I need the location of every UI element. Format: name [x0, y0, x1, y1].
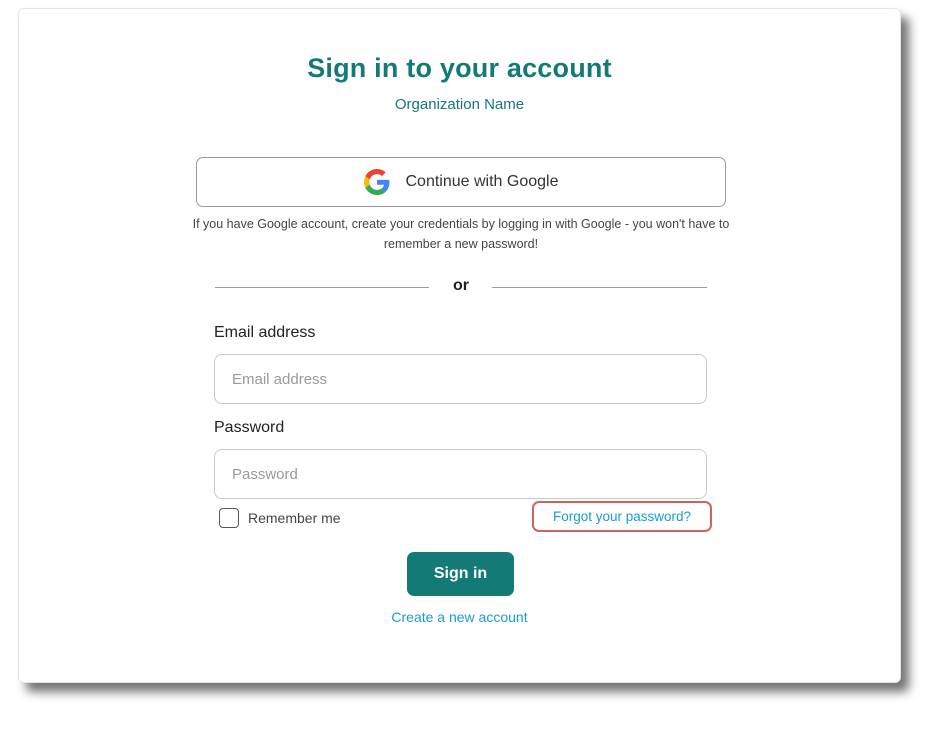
email-input[interactable] — [214, 354, 707, 404]
email-label: Email address — [214, 324, 316, 341]
password-input[interactable] — [214, 449, 707, 499]
password-label: Password — [214, 419, 285, 436]
sign-in-button[interactable]: Sign in — [407, 552, 514, 596]
continue-with-google-label: Continue with Google — [405, 173, 559, 190]
page-title: Sign in to your account — [307, 53, 612, 83]
forgot-password-link[interactable]: Forgot your password? — [553, 509, 691, 524]
divider-text: or — [453, 277, 469, 294]
google-hint-text: If you have Google account, create your … — [192, 217, 730, 251]
forgot-password-highlight: Forgot your password? — [532, 501, 712, 532]
remember-me-row: Remember me — [219, 508, 341, 528]
google-g-icon — [363, 169, 390, 195]
remember-me-label[interactable]: Remember me — [248, 510, 341, 526]
create-account-link[interactable]: Create a new account — [19, 609, 900, 625]
signin-card: Sign in to your account Organization Nam… — [18, 8, 901, 683]
remember-me-checkbox[interactable] — [219, 508, 239, 528]
or-divider: or — [215, 277, 707, 297]
divider-line-right — [492, 287, 707, 288]
organization-name: Organization Name — [394, 96, 525, 113]
continue-with-google-button[interactable]: Continue with Google — [196, 157, 726, 207]
